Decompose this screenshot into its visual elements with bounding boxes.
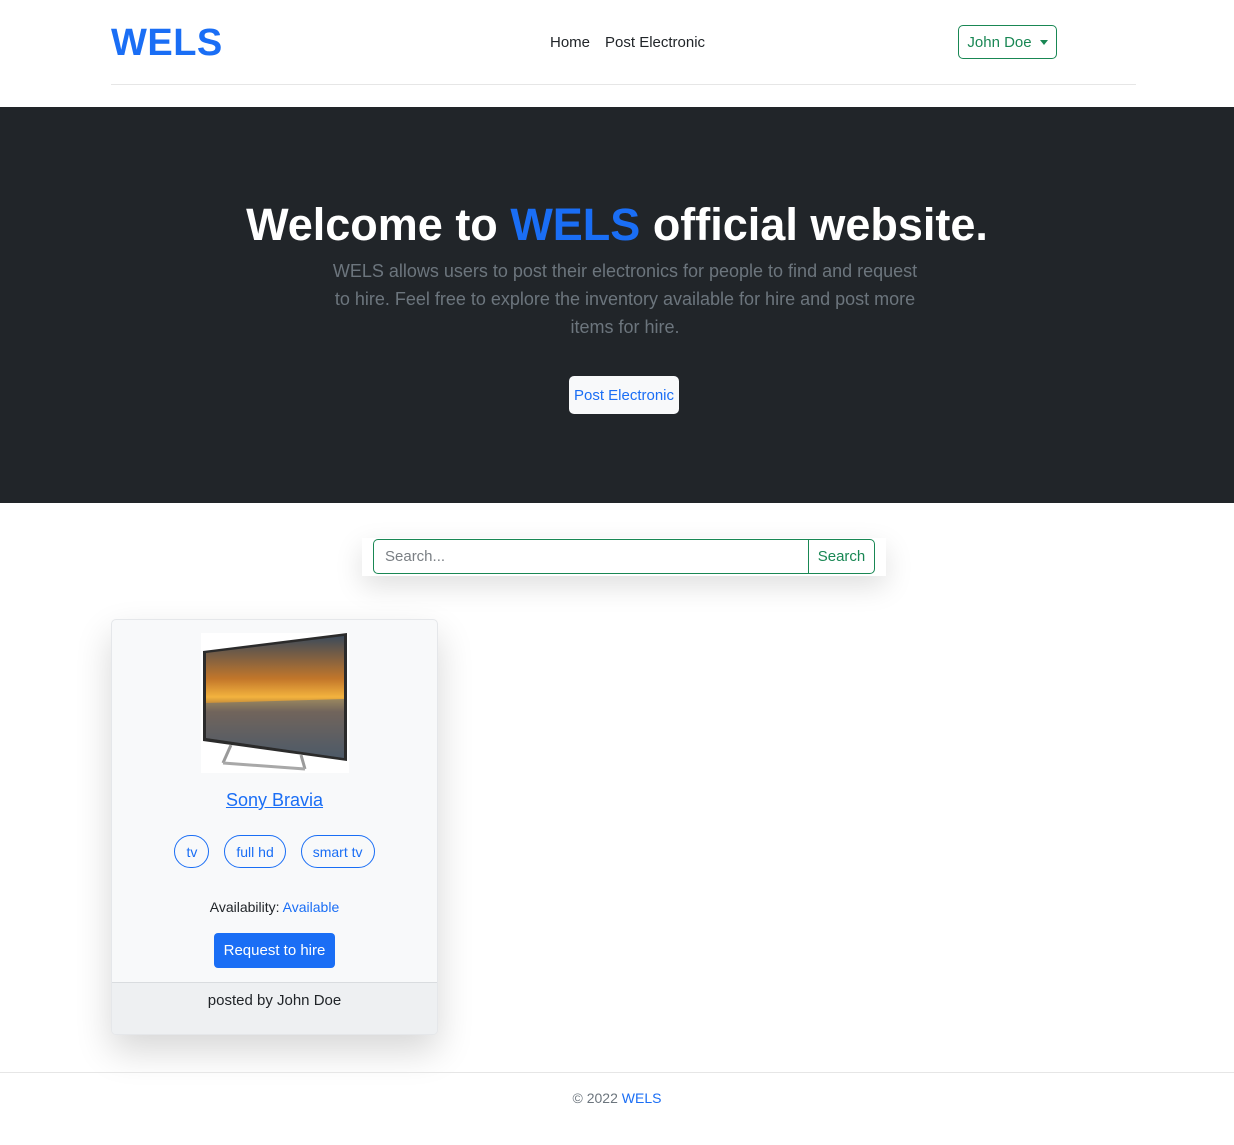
user-menu-label: John Doe [967,33,1032,51]
listing-card: Sony Bravia tv full hd smart tv Availabi… [111,619,438,1035]
request-to-hire-button[interactable]: Request to hire [214,933,335,968]
user-menu-button[interactable]: John Doe [958,25,1057,59]
hero-description: WELS allows users to post their electron… [332,261,918,337]
availability-status: Available [282,899,340,915]
listing-title-link[interactable]: Sony Bravia [112,790,437,811]
post-electronic-button[interactable]: Post Electronic [569,376,679,414]
main-nav: Home Post Electronic [550,34,705,51]
brand-logo[interactable]: WELS [111,22,223,65]
header-divider [111,84,1136,85]
availability-label: Availability: [209,899,280,915]
product-image [201,633,349,773]
card-footer: posted by John Doe [112,982,437,1034]
site-header: WELS Home Post Electronic John Doe [0,0,1234,107]
posted-by-text: posted by John Doe [207,992,342,1009]
caret-down-icon [1039,39,1048,45]
hero-title-brand: WELS [510,199,641,250]
search-button[interactable]: Search [808,539,875,574]
site-footer: © 2022 WELS [0,1090,1234,1106]
tag-badge[interactable]: smart tv [300,835,375,868]
availability-row: Availability: Available [112,899,437,915]
nav-post-electronic-link[interactable]: Post Electronic [605,34,705,51]
copyright-text: © 2022 [572,1090,622,1106]
hero-title: Welcome to WELS official website. [0,199,1234,251]
hero-title-suffix: official website. [640,199,988,250]
search-bar: Search [362,538,886,576]
search-input[interactable] [373,539,809,574]
tag-list: tv full hd smart tv [112,835,437,868]
tag-badge[interactable]: tv [174,835,210,868]
tag-badge[interactable]: full hd [224,835,286,868]
footer-brand-link[interactable]: WELS [622,1090,662,1106]
footer-divider [0,1072,1234,1073]
hero-section: Welcome to WELS official website. WELS a… [0,107,1234,503]
nav-home-link[interactable]: Home [550,34,590,51]
hero-title-prefix: Welcome to [246,199,511,250]
